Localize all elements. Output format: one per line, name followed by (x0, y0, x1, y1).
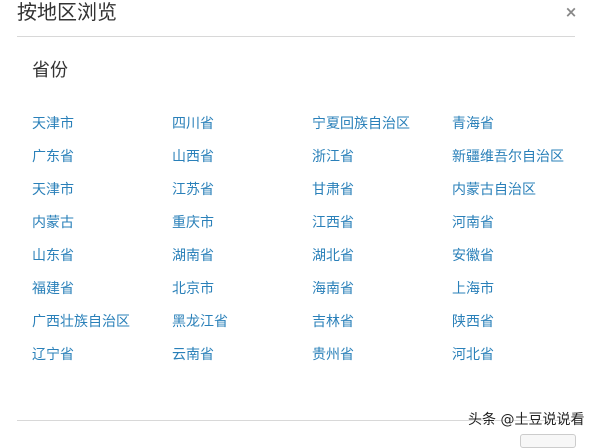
province-link[interactable]: 北京市 (172, 277, 312, 301)
close-icon[interactable]: × (562, 1, 580, 23)
province-link[interactable]: 河北省 (452, 343, 572, 367)
province-grid: 天津市 四川省 宁夏回族自治区 青海省 广东省 山西省 浙江省 新疆维吾尔自治区 天津市 江苏省甘… (32, 112, 572, 367)
province-link[interactable]: 四川省 (172, 112, 312, 136)
province-link[interactable]: 辽宁省 (32, 343, 172, 367)
province-link[interactable]: 重庆市 (172, 211, 312, 235)
province-link[interactable]: 黑龙江省 (172, 310, 312, 334)
province-link[interactable]: 陕西省 (452, 310, 572, 334)
province-link[interactable]: 天津市 (32, 112, 172, 136)
province-link[interactable]: 贵州省 (312, 343, 452, 367)
province-link[interactable]: 新疆维吾尔自治区 (452, 145, 572, 169)
province-link[interactable]: 内蒙古 (32, 211, 172, 235)
watermark: 头条 @土豆说说看 (468, 412, 585, 428)
province-link[interactable]: 甘肃省 (312, 178, 452, 202)
province-link[interactable]: 上海市 (452, 277, 572, 301)
province-link[interactable]: 浙江省 (312, 145, 452, 169)
province-link[interactable]: 湖北省 (312, 244, 452, 268)
province-link[interactable]: 山东省 (32, 244, 172, 268)
section-title-provinces: 省份 (32, 60, 68, 81)
province-link[interactable]: 福建省 (32, 277, 172, 301)
province-link[interactable]: 广东省 (32, 145, 172, 169)
dialog-title: 按地区浏览 (17, 0, 117, 24)
province-link[interactable]: 内蒙古自治区 (452, 178, 572, 202)
province-link[interactable]: 山西省 (172, 145, 312, 169)
header-divider (17, 36, 575, 37)
province-link[interactable]: 湖南省 (172, 244, 312, 268)
province-link[interactable]: 广西壮族自治区 (32, 310, 172, 334)
province-link[interactable]: 安徽省 (452, 244, 572, 268)
province-link[interactable]: 江西省 (312, 211, 452, 235)
province-link[interactable]: 青海省 (452, 112, 572, 136)
province-link[interactable]: 海南省 (312, 277, 452, 301)
footer-button[interactable] (520, 434, 576, 448)
province-link[interactable]: 吉林省 (312, 310, 452, 334)
province-link[interactable]: 宁夏回族自治区 (312, 112, 452, 136)
province-link[interactable]: 天津市 (32, 178, 172, 202)
province-link[interactable]: 江苏省 (172, 178, 312, 202)
browse-by-region-dialog: 按地区浏览 × 省份 天津市 四川省 宁夏回族自治区 青海省 广东省 山西省 浙江省 新疆维吾… (0, 0, 597, 448)
province-link[interactable]: 云南省 (172, 343, 312, 367)
province-link[interactable]: 河南省 (452, 211, 572, 235)
